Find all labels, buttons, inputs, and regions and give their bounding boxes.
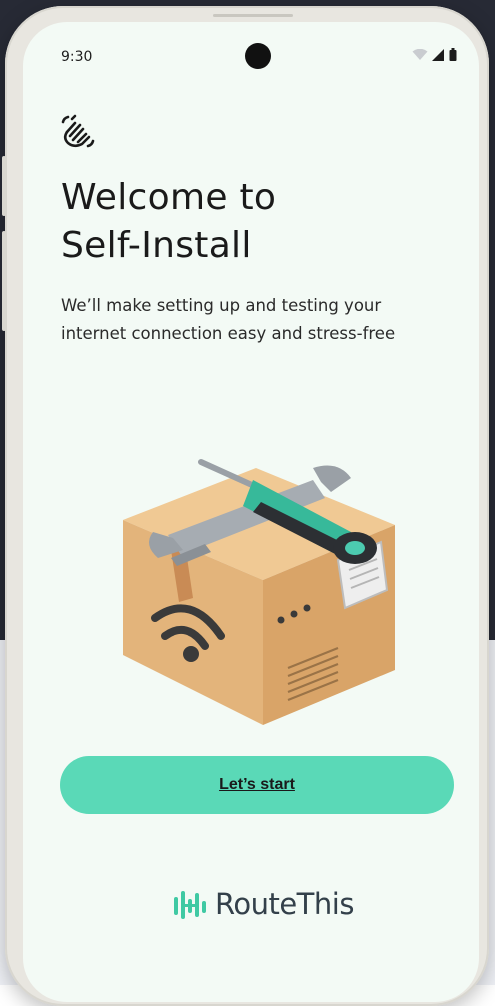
lets-start-button[interactable]: Let’s start xyxy=(60,756,454,814)
toolbox-illustration xyxy=(123,459,395,725)
routethis-logo-icon xyxy=(174,891,206,919)
wifi-icon xyxy=(412,49,428,60)
front-camera xyxy=(245,43,271,69)
cell-signal-icon xyxy=(432,49,444,61)
status-time: 9:30 xyxy=(61,49,93,65)
welcome-subtitle: We’ll make setting up and testing your i… xyxy=(61,296,396,343)
waving-hand-icon xyxy=(61,114,95,148)
welcome-title: Welcome to Self-Install xyxy=(61,174,441,270)
status-icons xyxy=(412,48,457,61)
routethis-logo: RouteThis xyxy=(173,887,354,921)
lets-start-label: Let’s start xyxy=(219,776,295,793)
welcome-title-line: Welcome to xyxy=(61,177,277,218)
phone-frame: 9:30 Welcome to Self-Install We’ll make … xyxy=(2,6,489,1006)
battery-icon xyxy=(449,48,457,61)
brand-name: RouteThis xyxy=(215,887,354,921)
phone-side-button xyxy=(2,156,6,216)
phone-top-edge xyxy=(213,14,293,17)
welcome-title-line: Self-Install xyxy=(61,225,252,266)
app-screen: 9:30 Welcome to Self-Install We’ll make … xyxy=(23,22,479,1002)
phone-side-button xyxy=(2,231,6,331)
